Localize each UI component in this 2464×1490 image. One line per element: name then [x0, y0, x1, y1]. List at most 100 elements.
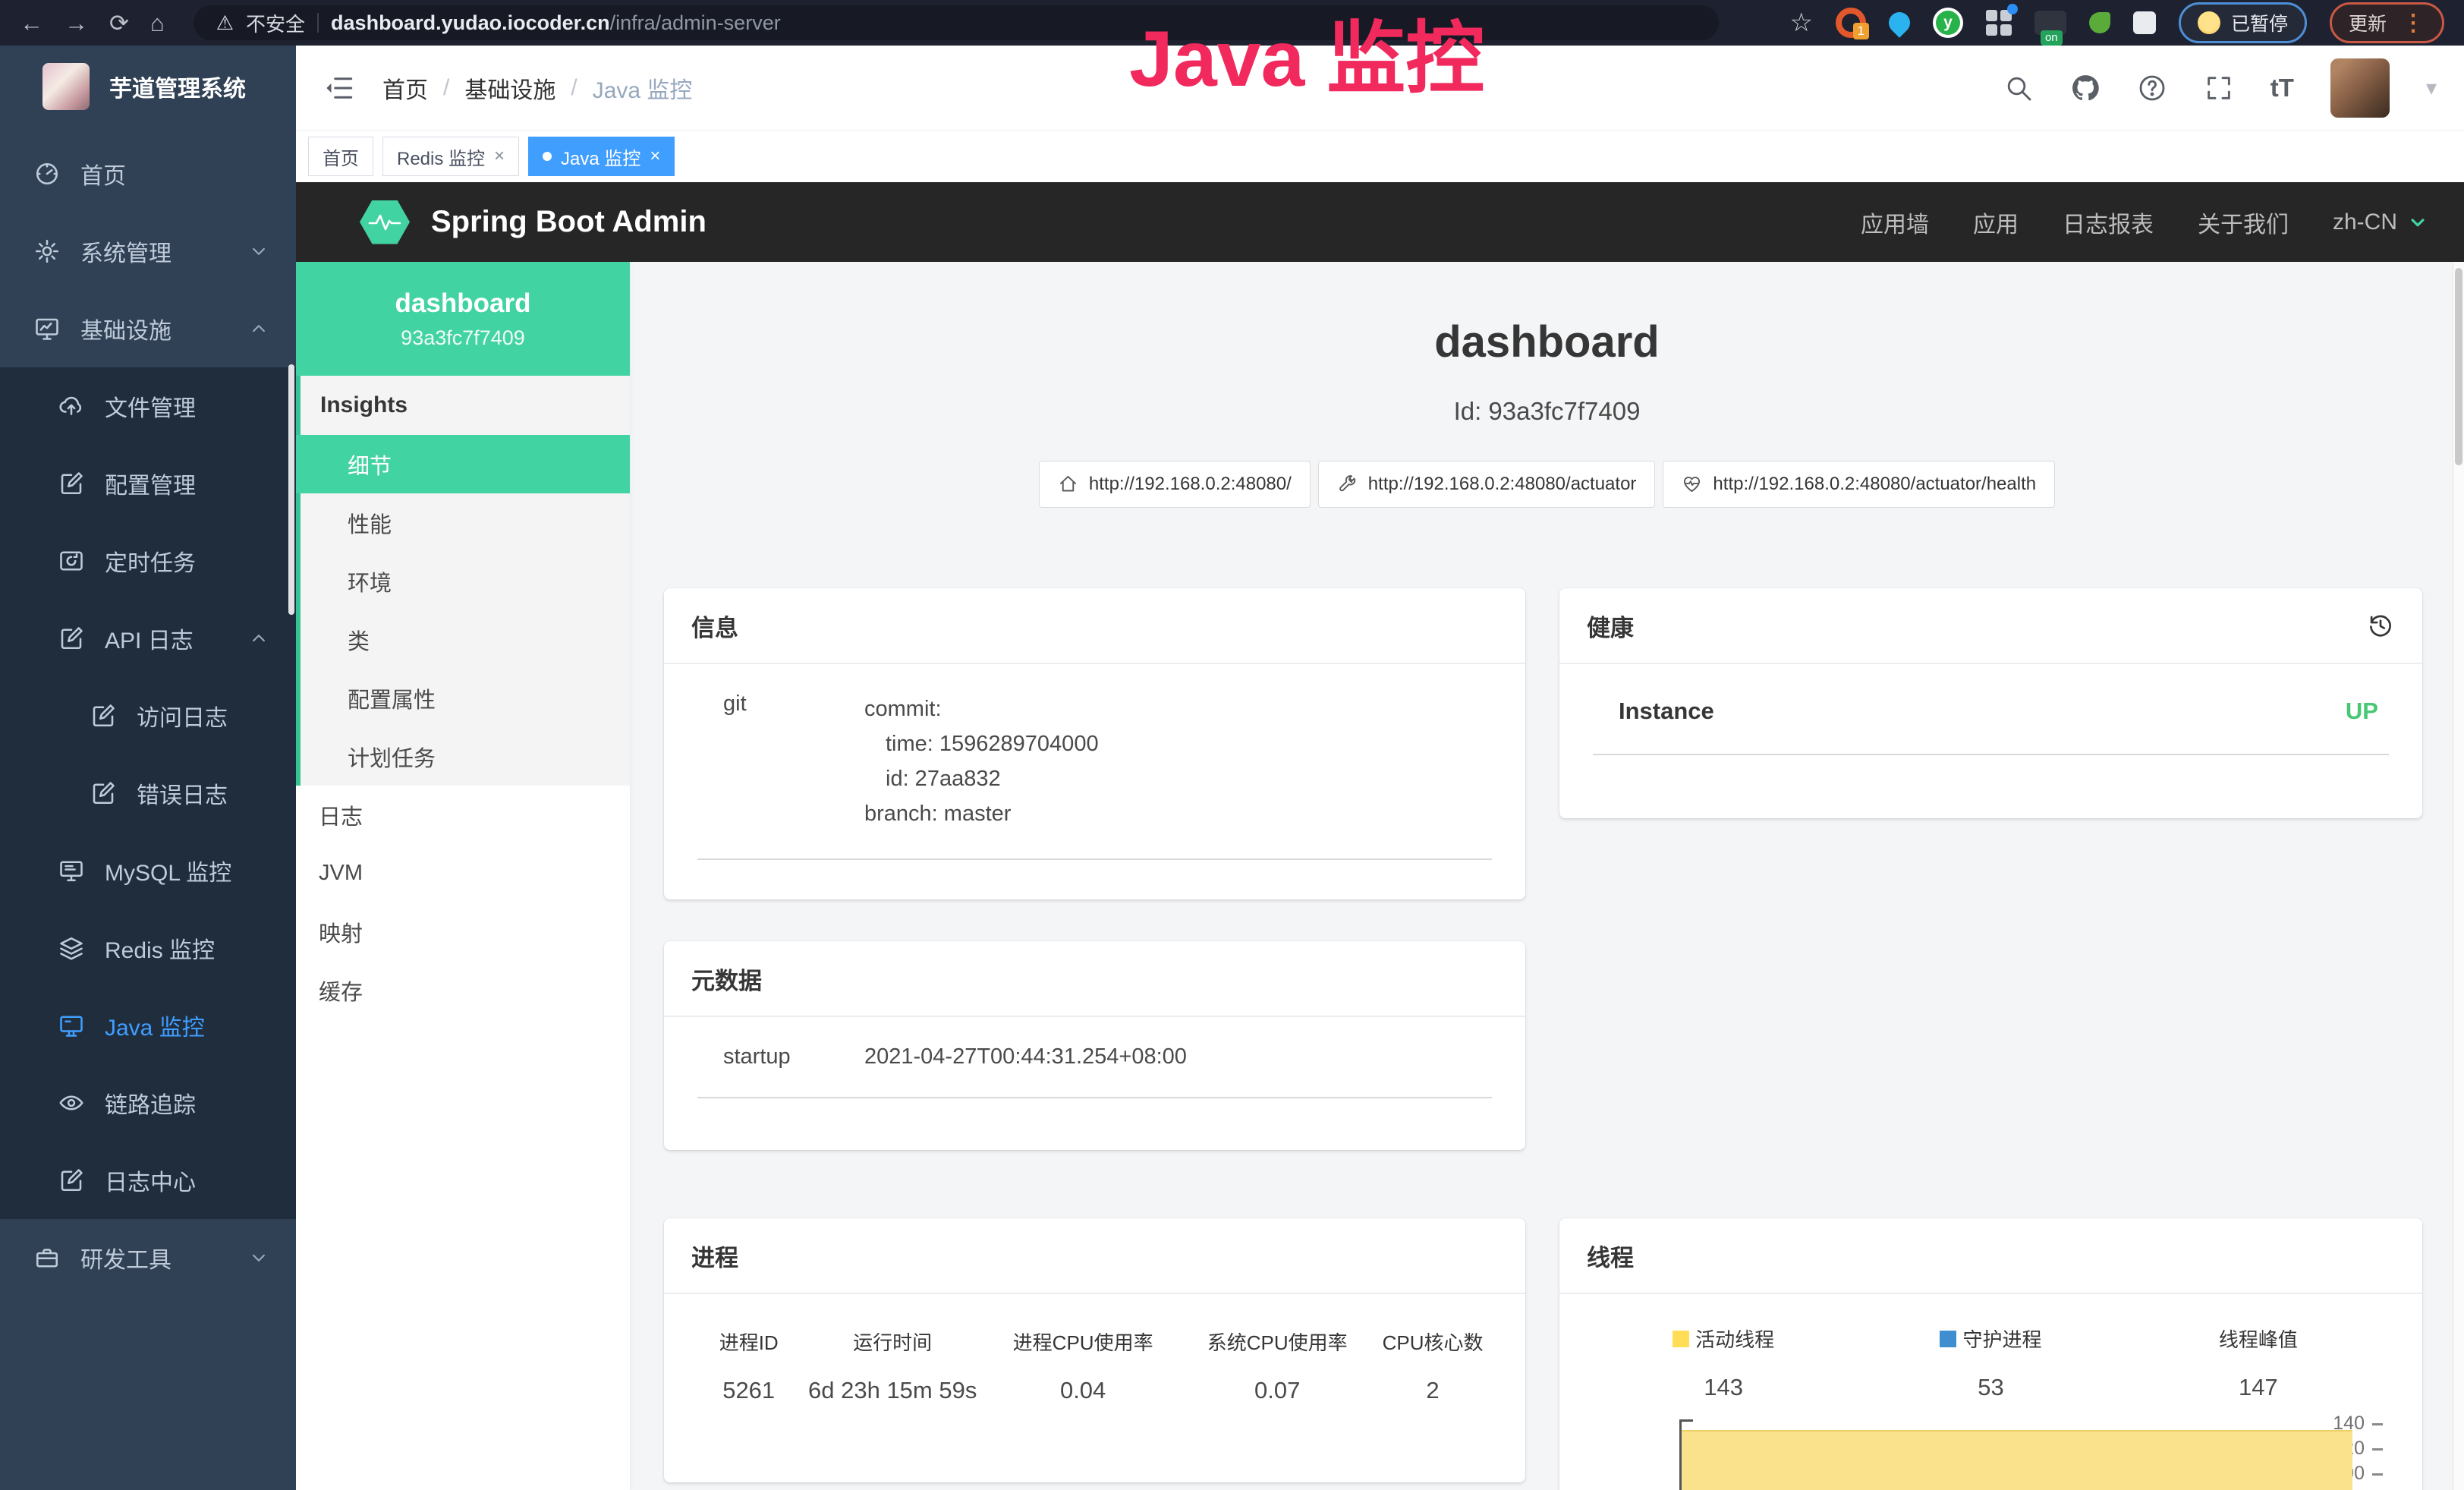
cards-area: 信息 git commit:time: 1596289704000id: 27a…: [630, 588, 2464, 1490]
info-value-line: branch: master: [864, 796, 1099, 831]
sidebar-item-5[interactable]: 定时任务: [0, 522, 296, 600]
sidebar-item-13[interactable]: 日志中心: [0, 1142, 296, 1219]
sba-nav-item-2[interactable]: 日志报表: [2063, 206, 2154, 239]
legend-color-swatch: [1673, 1331, 1689, 1347]
sba-nav-item-0[interactable]: 应用墙: [1861, 206, 1929, 239]
leaf-extension-icon[interactable]: [2089, 12, 2110, 33]
sidebar-item-4[interactable]: 配置管理: [0, 445, 296, 522]
sidebar-item-7[interactable]: 访问日志: [0, 677, 296, 754]
user-menu-caret-icon[interactable]: ▾: [2426, 75, 2437, 100]
sidebar-item-12[interactable]: 链路追踪: [0, 1064, 296, 1142]
metadata-card: 元数据 startup 2021-04-27T00:44:31.254+08:0…: [664, 941, 1525, 1150]
sba-top-item-0[interactable]: 日志: [296, 786, 630, 844]
sba-language-selector[interactable]: zh-CN: [2333, 209, 2429, 235]
sba-nav-item-1[interactable]: 应用: [1973, 206, 2019, 239]
forward-icon[interactable]: →: [65, 11, 88, 35]
instance-link-url: http://192.168.0.2:48080/: [1089, 474, 1292, 495]
tab-2[interactable]: Java 监控×: [528, 137, 675, 176]
reload-icon[interactable]: ⟳: [109, 11, 129, 35]
legend-label: 线程峰值: [2125, 1325, 2392, 1353]
legend-color-swatch: [1940, 1331, 1956, 1347]
sba-instance-header[interactable]: dashboard 93a3fc7f7409: [296, 262, 630, 376]
on-extension-icon[interactable]: on: [2034, 11, 2066, 35]
y-extension-icon[interactable]: y: [1933, 8, 1963, 38]
instance-link-0[interactable]: http://192.168.0.2:48080/: [1039, 461, 1311, 508]
sba-menu-item-5[interactable]: 计划任务: [301, 727, 630, 786]
sidebar-item-14[interactable]: 研发工具: [0, 1219, 296, 1296]
sidebar-item-label: 错误日志: [137, 777, 228, 810]
github-icon[interactable]: [2070, 73, 2101, 103]
sidebar-item-2[interactable]: 基础设施: [0, 290, 296, 367]
app-logo-image: [42, 63, 90, 110]
sba-menu-item-0[interactable]: 细节: [296, 435, 630, 493]
sba-menu-item-1[interactable]: 性能: [301, 493, 630, 552]
legend-item-2: 线程峰值 147: [2125, 1325, 2392, 1401]
tab-0[interactable]: 首页: [308, 137, 373, 176]
sba-menu-item-2[interactable]: 环境: [301, 552, 630, 610]
grid-extension-icon[interactable]: [1986, 10, 2012, 36]
instance-link-1[interactable]: http://192.168.0.2:48080/actuator: [1318, 461, 1656, 508]
sba-top-item-2[interactable]: 映射: [296, 903, 630, 961]
cards-right-column: 健康 Instance UP 线程 活动线程143守护进程53线程峰值147: [1559, 588, 2422, 1490]
sba-menu-item-4[interactable]: 配置属性: [301, 669, 630, 727]
address-bar[interactable]: ⚠ 不安全 dashboard.yudao.iocoder.cn/infra/a…: [194, 5, 1719, 40]
sidebar-item-3[interactable]: 文件管理: [0, 367, 296, 445]
process-column-2: 进程CPU使用率0.04: [982, 1328, 1184, 1404]
search-icon[interactable]: [2003, 73, 2034, 103]
breadcrumb-item-0[interactable]: 首页: [382, 71, 428, 105]
sba-brand[interactable]: Spring Boot Admin: [431, 205, 706, 239]
sidebar-item-1[interactable]: 系统管理: [0, 213, 296, 290]
eye-icon: [58, 1089, 85, 1117]
history-icon[interactable]: [2366, 611, 2395, 640]
hamburger-icon[interactable]: [323, 72, 355, 104]
sba-menu-item-3[interactable]: 类: [301, 610, 630, 669]
sidebar-item-10[interactable]: Redis 监控: [0, 909, 296, 987]
sba-top-item-1[interactable]: JVM: [296, 844, 630, 903]
close-icon[interactable]: ×: [650, 146, 660, 167]
page-scrollbar[interactable]: [2453, 262, 2464, 1490]
sba-nav-item-3[interactable]: 关于我们: [2198, 206, 2289, 239]
user-avatar[interactable]: [2330, 58, 2390, 118]
app-logo-row[interactable]: 芋道管理系统: [0, 46, 296, 128]
update-pill-button[interactable]: 更新⋮: [2330, 2, 2444, 43]
sba-top-item-3[interactable]: 缓存: [296, 961, 630, 1019]
process-col-value: 0.07: [1184, 1377, 1370, 1404]
sidebar-scrollbar-thumb[interactable]: [288, 364, 294, 615]
pin-extension-icon[interactable]: [1884, 8, 1915, 38]
sba-logo-icon[interactable]: [360, 200, 410, 244]
on-badge: on: [2041, 30, 2063, 46]
colorful-extension-icon[interactable]: 1: [1836, 8, 1866, 38]
sba-sidebar: dashboard 93a3fc7f7409 Insights 细节性能环境类配…: [296, 262, 630, 1490]
gear-icon: [33, 238, 61, 265]
sidebar-item-9[interactable]: MySQL 监控: [0, 832, 296, 909]
tab-1[interactable]: Redis 监控×: [382, 137, 519, 176]
chevron-down-icon: [247, 1246, 270, 1269]
threads-card-title: 线程: [1587, 1239, 1634, 1273]
breadcrumb-item-1[interactable]: 基础设施: [464, 71, 555, 105]
paused-pill-button[interactable]: 已暂停: [2179, 2, 2307, 43]
sidebar-item-0[interactable]: 首页: [0, 135, 296, 213]
sidebar-item-label: 文件管理: [105, 389, 196, 423]
help-icon[interactable]: [2137, 73, 2167, 103]
sidebar-item-label: Redis 监控: [105, 931, 215, 965]
process-col-value: 5261: [694, 1377, 803, 1404]
process-column-4: CPU核心数2: [1370, 1328, 1495, 1404]
browser-home-icon[interactable]: ⌂: [150, 11, 165, 35]
bookmark-star-icon[interactable]: ☆: [1789, 8, 1812, 38]
info-value-line: commit:: [864, 691, 1099, 726]
back-icon[interactable]: ←: [20, 11, 43, 35]
infra-icon: [33, 315, 61, 342]
sidebar-item-6[interactable]: API 日志: [0, 600, 296, 677]
legend-value: 147: [2125, 1374, 2392, 1401]
puzzle-extension-icon[interactable]: [2133, 11, 2156, 34]
instance-link-2[interactable]: http://192.168.0.2:48080/actuator/health: [1663, 461, 2055, 508]
sidebar-item-11[interactable]: Java 监控: [0, 987, 296, 1064]
sidebar-item-8[interactable]: 错误日志: [0, 754, 296, 832]
edit-icon: [90, 780, 117, 807]
font-size-icon[interactable]: tT: [2270, 74, 2294, 102]
home-icon: [1058, 474, 1078, 494]
browser-menu-icon[interactable]: ⋮: [2402, 10, 2425, 36]
fullscreen-icon[interactable]: [2204, 73, 2234, 103]
close-icon[interactable]: ×: [494, 146, 505, 167]
page-scrollbar-thumb[interactable]: [2455, 268, 2462, 465]
